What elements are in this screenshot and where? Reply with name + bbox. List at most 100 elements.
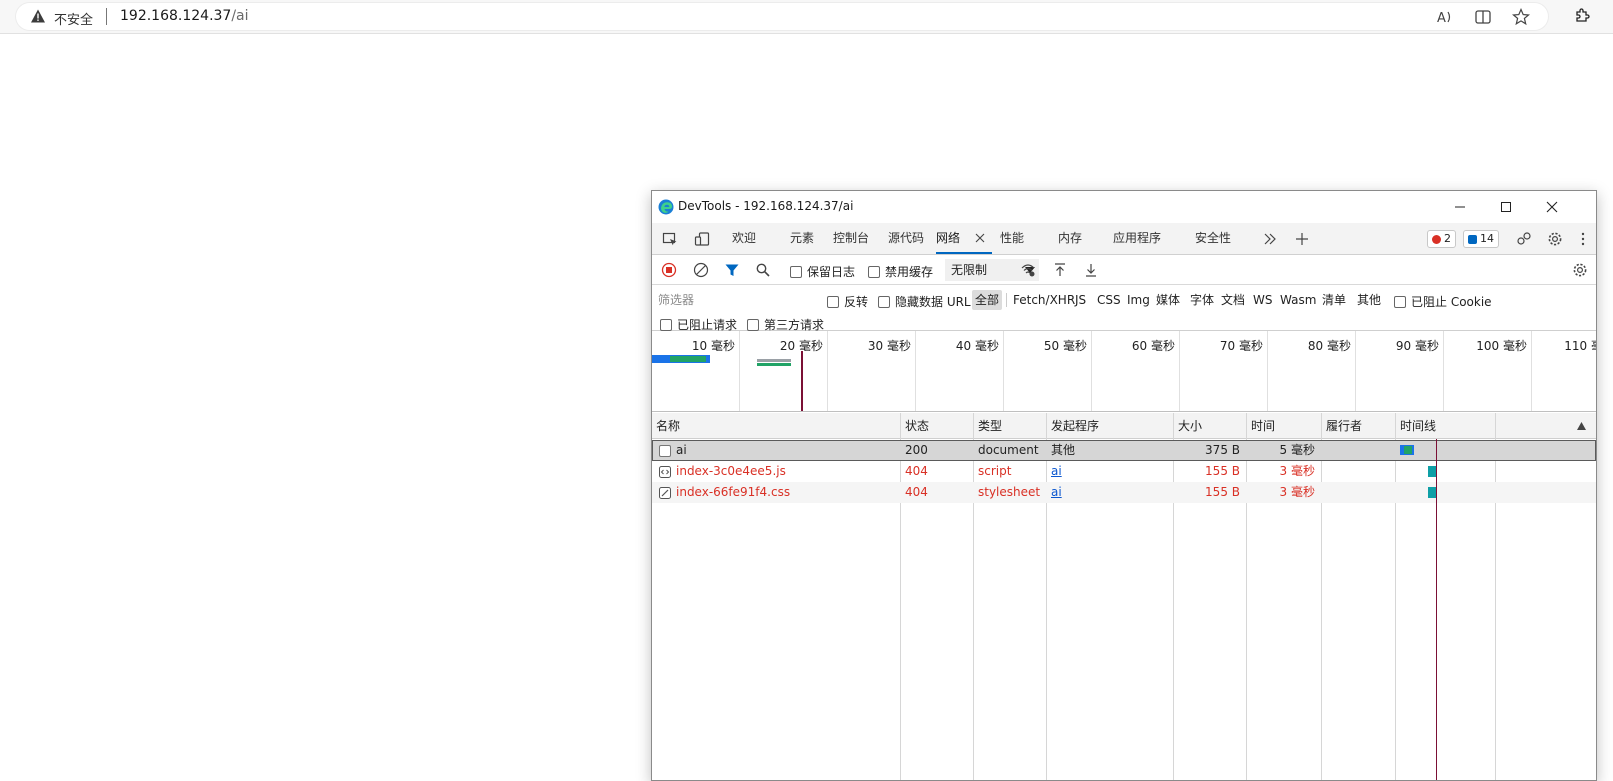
error-icon	[1432, 234, 1441, 244]
close-tab-icon[interactable]	[974, 232, 986, 244]
filter-type-js[interactable]: JS	[1072, 290, 1089, 310]
filter-type-ws[interactable]: WS	[1250, 290, 1275, 310]
add-tab-plus-icon[interactable]	[1290, 227, 1314, 251]
preserve-log-checkbox[interactable]: 保留日志	[790, 263, 855, 280]
url-text[interactable]: 192.168.124.37/ai	[120, 8, 249, 24]
error-count-badge[interactable]: 2	[1427, 230, 1456, 248]
filter-type-wasm[interactable]: Wasm	[1277, 290, 1319, 310]
table-row[interactable]: index-66fe91f4.css 404 stylesheet ai 155…	[652, 482, 1596, 503]
not-secure-label[interactable]: 不安全	[54, 9, 93, 28]
filter-type-img[interactable]: Img	[1124, 290, 1153, 310]
customize-icon[interactable]	[1512, 227, 1536, 251]
table-row[interactable]: index-3c0e4ee5.js 404 script ai 155 B 3 …	[652, 461, 1596, 482]
network-overview[interactable]: 10 毫秒 20 毫秒 30 毫秒 40 毫秒 50 毫秒 60 毫秒 70 毫…	[652, 331, 1596, 412]
minimize-icon	[1455, 206, 1465, 208]
overview-tick-label: 10 毫秒	[691, 339, 735, 353]
tab-security[interactable]: 安全性	[1195, 223, 1231, 254]
preserve-log-box[interactable]	[790, 265, 802, 278]
read-aloud-icon[interactable]: A	[1434, 6, 1456, 28]
hide-data-urls-checkbox[interactable]: 隐藏数据 URL	[878, 293, 971, 310]
blocked-cookies-checkbox[interactable]: 已阻止 Cookie	[1394, 293, 1492, 310]
blocked-requests-box[interactable]	[660, 318, 672, 331]
address-field[interactable]: 不安全 192.168.124.37/ai A	[16, 3, 1548, 30]
hide-data-urls-box[interactable]	[878, 295, 890, 308]
search-icon[interactable]	[751, 258, 775, 282]
tab-console[interactable]: 控制台	[833, 223, 869, 254]
tab-performance[interactable]: 性能	[1000, 223, 1024, 254]
overview-tick-label: 50 毫秒	[1043, 339, 1087, 353]
tab-elements[interactable]: 元素	[790, 223, 814, 254]
preserve-log-label: 保留日志	[807, 265, 856, 279]
table-row[interactable]: ai 200 document 其他 375 B 5 毫秒	[652, 440, 1596, 461]
maximize-button[interactable]	[1483, 191, 1529, 223]
tab-sources[interactable]: 源代码	[888, 223, 924, 254]
blocked-cookies-box[interactable]	[1394, 295, 1406, 308]
request-name: index-66fe91f4.css	[676, 485, 791, 499]
device-emulation-icon[interactable]	[690, 227, 714, 251]
filter-funnel-icon[interactable]	[720, 258, 744, 282]
column-size[interactable]: 大小	[1174, 413, 1202, 439]
request-initiator-link[interactable]: ai	[1047, 461, 1173, 482]
filter-type-doc[interactable]: 文档	[1218, 290, 1248, 310]
clear-icon[interactable]	[689, 258, 713, 282]
filter-type-css[interactable]: CSS	[1094, 290, 1124, 310]
invert-box[interactable]	[827, 295, 839, 308]
settings-gear-icon[interactable]	[1543, 227, 1567, 251]
more-options-icon[interactable]	[1571, 227, 1595, 251]
request-initiator-link[interactable]: ai	[1047, 482, 1173, 503]
request-initiator: 其他	[1051, 443, 1076, 457]
overview-tick-label: 60 毫秒	[1131, 339, 1175, 353]
column-fulfilled-by[interactable]: 履行者	[1322, 413, 1362, 439]
message-count-badge[interactable]: 14	[1463, 230, 1499, 248]
disable-cache-box[interactable]	[868, 265, 880, 278]
filter-type-manifest[interactable]: 清单	[1319, 290, 1349, 310]
devtools-titlebar[interactable]: DevTools - 192.168.124.37/ai	[652, 191, 1596, 223]
invert-checkbox[interactable]: 反转	[827, 293, 868, 310]
overview-tick-label: 90 毫秒	[1395, 339, 1439, 353]
filter-input[interactable]	[658, 290, 812, 310]
minimize-button[interactable]	[1437, 191, 1483, 223]
close-window-button[interactable]	[1529, 191, 1575, 223]
export-har-icon[interactable]	[1079, 258, 1103, 282]
more-tabs-chevron-icon[interactable]	[1258, 227, 1282, 251]
network-conditions-icon[interactable]	[1016, 258, 1040, 282]
stylesheet-file-icon	[659, 487, 671, 499]
overview-load-marker	[801, 351, 803, 411]
maximize-icon	[1501, 202, 1511, 212]
inspect-element-icon[interactable]	[658, 227, 682, 251]
extensions-puzzle-icon[interactable]	[1571, 5, 1593, 27]
tab-memory[interactable]: 内存	[1058, 223, 1082, 254]
third-party-box[interactable]	[747, 318, 759, 331]
overview-tick: 70 毫秒	[1180, 331, 1268, 411]
overview-bar-script	[757, 359, 791, 362]
column-type[interactable]: 类型	[974, 413, 1002, 439]
column-waterfall[interactable]: 时间线	[1396, 413, 1436, 439]
filter-type-all[interactable]: 全部	[972, 290, 1003, 310]
tab-application[interactable]: 应用程序	[1113, 223, 1161, 254]
url-separator	[106, 8, 107, 25]
requests-table: 名称 状态 类型 发起程序 大小 时间 履行者 时间线 ai 200 docum…	[652, 413, 1596, 780]
tab-welcome[interactable]: 欢迎	[732, 223, 756, 254]
network-settings-gear-icon[interactable]	[1568, 258, 1592, 282]
column-status[interactable]: 状态	[901, 413, 929, 439]
devtools-title: DevTools - 192.168.124.37/ai	[678, 199, 854, 213]
table-header: 名称 状态 类型 发起程序 大小 时间 履行者 时间线	[652, 413, 1596, 439]
waterfall-bar	[1400, 445, 1414, 455]
filter-type-media[interactable]: 媒体	[1153, 290, 1183, 310]
immersive-reader-icon[interactable]	[1472, 6, 1494, 28]
edge-logo-icon	[658, 199, 674, 215]
column-time[interactable]: 时间	[1247, 413, 1275, 439]
favorite-star-icon[interactable]	[1510, 6, 1532, 28]
close-icon	[1546, 201, 1558, 213]
filter-type-font[interactable]: 字体	[1187, 290, 1217, 310]
import-har-icon[interactable]	[1048, 258, 1072, 282]
filter-type-fetch-xhr[interactable]: Fetch/XHR	[1010, 290, 1078, 310]
disable-cache-checkbox[interactable]: 禁用缓存	[868, 263, 933, 280]
column-name[interactable]: 名称	[652, 413, 680, 439]
browser-address-bar: 不安全 192.168.124.37/ai A	[0, 0, 1613, 34]
filter-type-other[interactable]: 其他	[1354, 290, 1384, 310]
column-initiator[interactable]: 发起程序	[1047, 413, 1099, 439]
warning-icon[interactable]	[30, 8, 46, 24]
record-stop-icon[interactable]	[657, 258, 681, 282]
sort-ascending-icon[interactable]	[1577, 422, 1586, 430]
